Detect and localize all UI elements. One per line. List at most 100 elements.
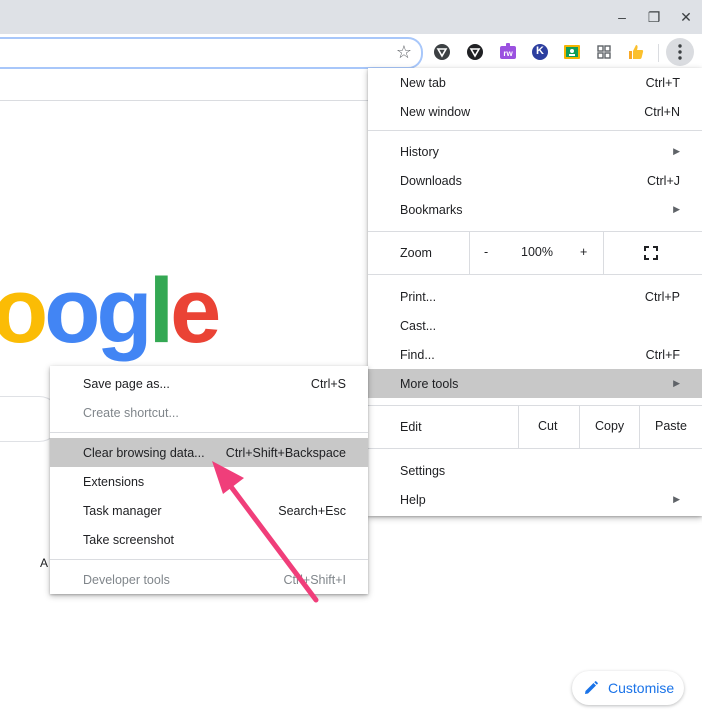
shield-v-icon[interactable] [432, 42, 452, 62]
chrome-menu-button[interactable] [666, 38, 694, 66]
submenu-item-create-shortcut[interactable]: Create shortcut... [50, 398, 368, 427]
customise-label: Customise [608, 680, 675, 696]
menu-item-label: Save page as... [83, 376, 170, 391]
menu-item-settings[interactable]: Settings [368, 456, 702, 485]
menu-item-label: Settings [400, 463, 446, 478]
title-bar: – ❐ ✕ [0, 0, 702, 34]
menu-separator [368, 274, 702, 275]
menu-item-label: Find... [400, 347, 435, 362]
shortcut-text: Ctrl+J [647, 173, 680, 188]
chrome-main-menu: New tab Ctrl+T New window Ctrl+N History… [368, 68, 702, 516]
page-divider [0, 100, 368, 101]
shortcut-text: Ctrl+S [310, 376, 346, 391]
pencil-icon [585, 681, 598, 694]
submenu-item-take-screenshot[interactable]: Take screenshot [50, 525, 368, 554]
menu-item-cast[interactable]: Cast... [368, 311, 702, 340]
submenu-arrow-icon: ▶ [673, 494, 680, 504]
shortcut-text: Ctrl+T [645, 75, 680, 90]
menu-item-find[interactable]: Find... Ctrl+F [368, 340, 702, 369]
shortcut-text: Ctrl+N [644, 104, 680, 119]
cut-button[interactable]: Cut [538, 419, 557, 433]
zoom-divider [603, 232, 604, 274]
edit-divider [518, 406, 519, 448]
zoom-divider [469, 232, 470, 274]
zoom-in-button[interactable]: + [580, 245, 587, 259]
copy-button[interactable]: Copy [595, 419, 624, 433]
menu-item-label: New window [400, 104, 471, 119]
close-icon[interactable]: ✕ [676, 8, 696, 26]
menu-item-label: Print... [400, 289, 437, 304]
menu-item-edit: Edit [368, 406, 702, 448]
shortcut-text: Search+Esc [278, 503, 346, 518]
menu-separator [50, 432, 368, 433]
menu-item-help[interactable]: Help ▶ [368, 485, 702, 514]
menu-separator [368, 448, 702, 449]
submenu-arrow-icon: ▶ [673, 146, 680, 156]
k-label: K [536, 45, 544, 57]
menu-item-more-tools[interactable]: More tools ▶ [368, 369, 702, 398]
menu-item-label: Bookmarks [400, 202, 463, 217]
logo-letter: g [96, 260, 152, 362]
menu-item-label: Task manager [83, 503, 162, 518]
shortcut-text: Ctrl+Shift+I [283, 572, 346, 587]
menu-item-history[interactable]: History ▶ [368, 137, 702, 166]
zoom-out-button[interactable]: - [484, 245, 488, 259]
submenu-item-developer-tools[interactable]: Developer tools Ctrl+Shift+I [50, 565, 368, 594]
shortcut-label[interactable]: A [40, 556, 48, 570]
menu-item-label: Zoom [400, 246, 432, 260]
menu-item-label: New tab [400, 75, 446, 90]
edit-divider [579, 406, 580, 448]
logo-letter: l [148, 260, 174, 362]
paste-button[interactable]: Paste [655, 419, 687, 433]
menu-item-label: Developer tools [83, 572, 170, 587]
zoom-level: 100% [521, 245, 553, 259]
puzzle-rw-icon[interactable]: rw [498, 42, 518, 62]
menu-item-label: Help [400, 492, 426, 507]
shortcut-text: Ctrl+P [644, 289, 680, 304]
grid-icon[interactable] [594, 42, 614, 62]
submenu-item-clear-browsing-data[interactable]: Clear browsing data... Ctrl+Shift+Backsp… [50, 438, 368, 467]
menu-item-bookmarks[interactable]: Bookmarks ▶ [368, 195, 702, 224]
restore-icon[interactable]: ❐ [644, 8, 664, 26]
menu-item-label: Take screenshot [83, 532, 175, 547]
menu-item-label: More tools [400, 376, 459, 391]
rw-label: rw [503, 49, 513, 58]
menu-item-new-tab[interactable]: New tab Ctrl+T [368, 68, 702, 97]
classroom-icon[interactable] [562, 42, 582, 62]
menu-item-downloads[interactable]: Downloads Ctrl+J [368, 166, 702, 195]
kebab-icon [678, 44, 682, 60]
menu-item-label: Create shortcut... [83, 405, 179, 420]
submenu-item-extensions[interactable]: Extensions [50, 467, 368, 496]
bookmark-star-icon[interactable]: ☆ [394, 42, 414, 62]
menu-item-label: Extensions [83, 474, 145, 489]
address-bar[interactable] [0, 38, 422, 68]
menu-item-label: Cast... [400, 318, 437, 333]
k-icon[interactable]: K [530, 42, 550, 62]
logo-letter: o [0, 260, 48, 362]
menu-item-print[interactable]: Print... Ctrl+P [368, 282, 702, 311]
submenu-arrow-icon: ▶ [673, 378, 680, 388]
submenu-item-save-page[interactable]: Save page as... Ctrl+S [50, 369, 368, 398]
toolbar-divider [658, 44, 659, 62]
menu-separator [368, 130, 702, 131]
toolbar: ☆ rw K [0, 34, 702, 70]
menu-item-new-window[interactable]: New window Ctrl+N [368, 97, 702, 126]
menu-separator [50, 559, 368, 560]
google-logo: oogle [0, 256, 221, 366]
shortcut-text: Ctrl+F [645, 347, 680, 362]
shortcut-text: Ctrl+Shift+Backspace [225, 445, 346, 460]
customise-button[interactable]: Customise [572, 671, 684, 705]
edit-divider [639, 406, 640, 448]
submenu-item-task-manager[interactable]: Task manager Search+Esc [50, 496, 368, 525]
submenu-arrow-icon: ▶ [673, 204, 680, 214]
fullscreen-icon[interactable] [644, 246, 658, 260]
minimize-icon[interactable]: – [612, 8, 632, 26]
menu-item-label: Downloads [400, 173, 462, 188]
menu-item-label: History [400, 144, 439, 159]
menu-item-label: Edit [400, 420, 422, 434]
shield-v-dark-icon[interactable] [465, 42, 485, 62]
menu-item-label: Clear browsing data... [83, 445, 205, 460]
more-tools-submenu: Save page as... Ctrl+S Create shortcut..… [50, 366, 368, 594]
logo-letter: e [170, 260, 221, 362]
thumbs-up-icon[interactable] [626, 42, 646, 62]
